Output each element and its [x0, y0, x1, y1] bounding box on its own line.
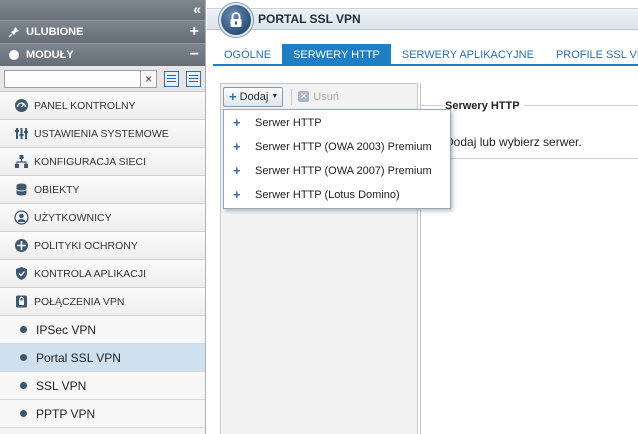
pin-icon: [8, 26, 20, 38]
plus-icon: +: [233, 187, 241, 202]
sidebar-item-label: PANEL KONTROLNY: [34, 99, 136, 112]
sidebar-subitem-pptp-vpn[interactable]: PPTP VPN: [0, 400, 205, 428]
module-search-input[interactable]: [4, 69, 141, 88]
sidebar-item-label: KONFIGURACJA SIECI: [34, 155, 147, 168]
database-icon: [16, 183, 27, 196]
bullet-icon: [20, 354, 27, 361]
policy-icon: [15, 239, 28, 252]
list-view-icon[interactable]: [164, 70, 180, 87]
sidebar-subitem-portal-ssl-vpn[interactable]: Portal SSL VPN: [0, 344, 205, 372]
sidebar-item-vpn[interactable]: POŁĄCZENIA VPN: [0, 288, 205, 316]
sidebar-item-label: OBIEKTY: [34, 183, 80, 196]
tree-view-icon[interactable]: [186, 70, 201, 87]
delete-button[interactable]: ✕ Usuń: [298, 91, 339, 103]
add-favorite-icon[interactable]: +: [190, 23, 199, 41]
favorites-header[interactable]: ULUBIONE +: [0, 20, 205, 43]
plus-icon: +: [233, 139, 241, 154]
sidebar-item-label: POLITYKI OCHRONY: [34, 239, 138, 252]
bullet-icon: [20, 382, 27, 389]
menu-item-http-owa2003[interactable]: + Serwer HTTP (OWA 2003) Premium: [224, 135, 450, 159]
list-toolbar: + Dodaj ▼ ✕ Usuń: [221, 84, 417, 110]
detail-message: Dodaj lub wybierz serwer.: [445, 135, 582, 149]
menu-item-http-owa2007[interactable]: + Serwer HTTP (OWA 2007) Premium: [224, 159, 450, 183]
sidebar-collapse-bar: «: [0, 0, 205, 20]
collapse-modules-icon[interactable]: −: [190, 46, 199, 64]
sidebar: « ULUBIONE + MODUŁY − × PANEL KONTROLNY …: [0, 0, 206, 434]
sidebar-item-users[interactable]: UŻYTKOWNICY: [0, 204, 205, 232]
add-dropdown-menu: + Serwer HTTP + Serwer HTTP (OWA 2003) P…: [223, 109, 451, 209]
system-settings-icon: [15, 128, 28, 139]
sidebar-subitem-label: PPTP VPN: [36, 406, 96, 421]
add-button-label: Dodaj: [239, 90, 269, 103]
delete-button-label: Usuń: [313, 90, 339, 103]
toolbar-divider: [291, 88, 293, 105]
delete-icon: ✕: [298, 91, 310, 102]
sidebar-subitem-ipsec-vpn[interactable]: IPSec VPN: [0, 316, 205, 344]
sidebar-item-system-settings[interactable]: USTAWIENIA SYSTEMOWE: [0, 120, 205, 148]
detail-title: Serwery HTTP: [445, 100, 524, 112]
favorites-label: ULUBIONE: [26, 26, 84, 38]
sidebar-item-app-control[interactable]: KONTROLA APLIKACJI: [0, 260, 205, 288]
tab-application-servers[interactable]: SERWERY APLIKACYJNE: [391, 44, 545, 66]
tab-general[interactable]: OGÓLNE: [213, 44, 282, 66]
sidebar-item-label: UŻYTKOWNICY: [34, 211, 112, 224]
chevron-down-icon: ▼: [271, 93, 279, 100]
user-icon: [14, 210, 29, 225]
bullet-icon: [20, 326, 27, 333]
clear-search-icon[interactable]: ×: [141, 69, 158, 88]
sidebar-item-dashboard[interactable]: PANEL KONTROLNY: [0, 92, 205, 120]
sidebar-item-policies[interactable]: POLITYKI OCHRONY: [0, 232, 205, 260]
page-title: PORTAL SSL VPN: [258, 12, 361, 26]
menu-item-label: Serwer HTTP (OWA 2003) Premium: [255, 141, 432, 153]
bullet-icon: [20, 410, 27, 417]
tab-ssl-vpn-profiles[interactable]: PROFILE SSL VPN: [545, 44, 638, 66]
sidebar-subitem-ssl-vpn[interactable]: SSL VPN: [0, 372, 205, 400]
main-content: PORTAL SSL VPN OGÓLNE SERWERY HTTP SERWE…: [207, 0, 638, 434]
lock-icon: [219, 3, 253, 37]
tab-bar: OGÓLNE SERWERY HTTP SERWERY APLIKACYJNE …: [213, 44, 638, 66]
sidebar-subitem-label: Portal SSL VPN: [36, 350, 121, 365]
plus-icon: +: [233, 163, 241, 178]
detail-bottom-divider: [421, 158, 638, 159]
circle-icon: [8, 49, 20, 61]
sidebar-subitem-label: SSL VPN: [36, 378, 87, 393]
menu-item-label: Serwer HTTP (OWA 2007) Premium: [255, 165, 432, 177]
dashboard-icon: [15, 99, 28, 112]
collapse-sidebar-icon[interactable]: «: [193, 1, 201, 17]
sidebar-item-label: KONTROLA APLIKACJI: [34, 267, 147, 280]
menu-item-http-lotus-domino[interactable]: + Serwer HTTP (Lotus Domino): [224, 183, 450, 207]
network-icon: [15, 155, 28, 168]
module-search-row: ×: [0, 66, 205, 92]
modules-header[interactable]: MODUŁY −: [0, 43, 205, 66]
menu-item-label: Serwer HTTP: [255, 117, 322, 129]
sidebar-item-network[interactable]: KONFIGURACJA SIECI: [0, 148, 205, 176]
sidebar-subitem-label: IPSec VPN: [36, 322, 97, 337]
add-button[interactable]: + Dodaj ▼: [223, 86, 284, 107]
menu-item-http-server[interactable]: + Serwer HTTP: [224, 111, 450, 135]
vpn-icon: [16, 295, 27, 308]
menu-item-label: Serwer HTTP (Lotus Domino): [255, 189, 400, 201]
modules-label: MODUŁY: [26, 49, 74, 61]
plus-icon: +: [229, 88, 237, 104]
plus-icon: +: [233, 115, 241, 130]
sidebar-item-objects[interactable]: OBIEKTY: [0, 176, 205, 204]
tab-http-servers[interactable]: SERWERY HTTP: [282, 44, 391, 66]
sidebar-item-label: POŁĄCZENIA VPN: [34, 295, 125, 308]
sidebar-item-label: USTAWIENIA SYSTEMOWE: [34, 127, 169, 140]
shield-icon: [16, 267, 27, 280]
server-detail-panel: Serwery HTTP Dodaj lub wybierz serwer.: [420, 83, 638, 434]
